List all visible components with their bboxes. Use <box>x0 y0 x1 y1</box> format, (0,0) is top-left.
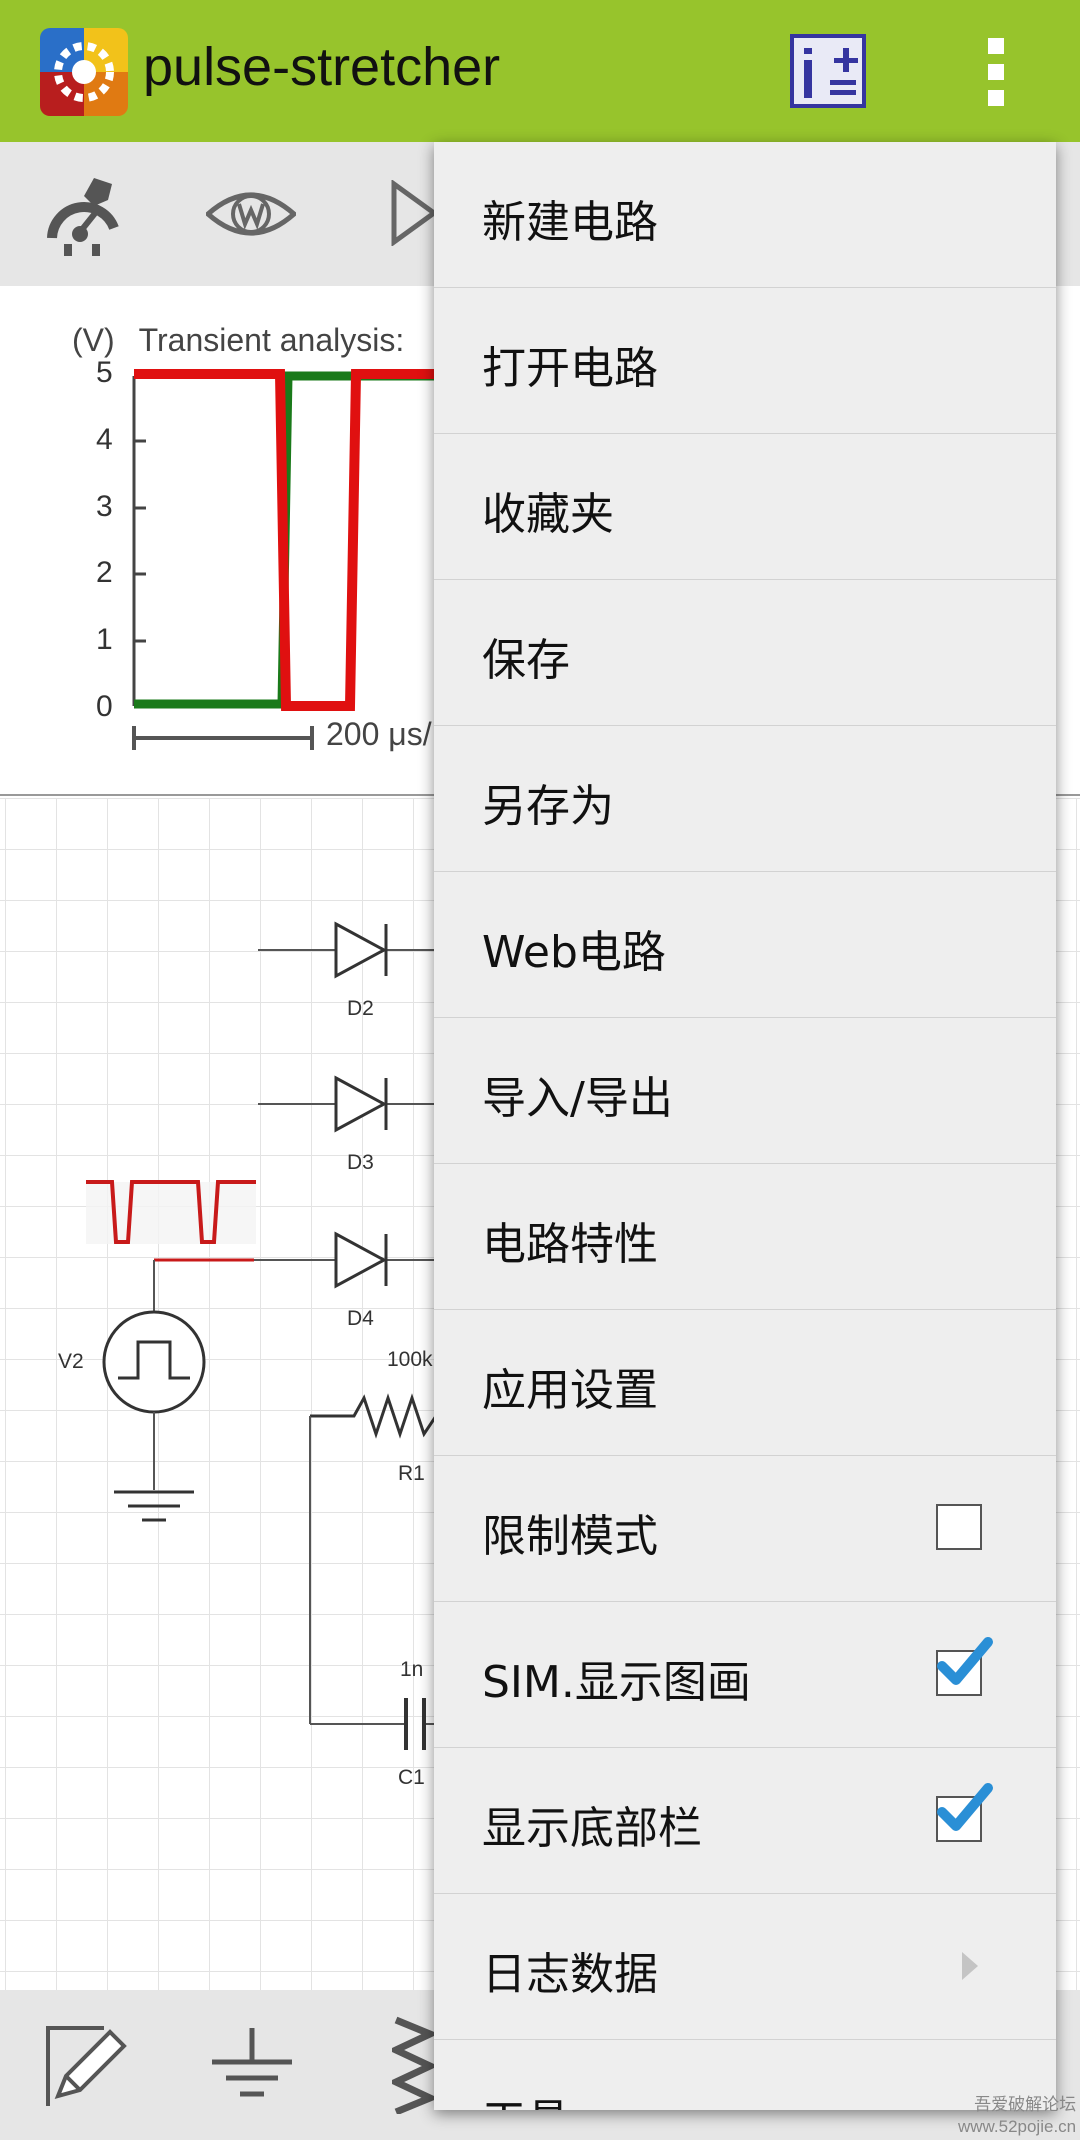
menu-item-label: 工具 <box>482 2084 570 2110</box>
d4-label: D4 <box>347 1307 374 1330</box>
menu-item-label: Web电路 <box>482 927 666 978</box>
menu-item-log-data[interactable]: 日志数据 <box>434 1894 1056 2040</box>
menu-item-restricted-mode[interactable]: 限制模式 <box>434 1456 1056 1602</box>
circuit-drawing <box>86 921 440 1750</box>
c1-label: C1 <box>398 1766 425 1789</box>
menu-item-label: 保存 <box>482 635 570 686</box>
app-logo-icon <box>40 28 128 116</box>
watermark: 吾爱破解论坛 www.52pojie.cn <box>958 2094 1076 2138</box>
watermark-line2: www.52pojie.cn <box>958 2117 1077 2136</box>
menu-item-label: 另存为 <box>482 781 614 832</box>
menu-item-label: 新建电路 <box>482 197 658 248</box>
menu-item-import-export[interactable]: 导入/导出 <box>434 1018 1056 1164</box>
menu-item-new-circuit[interactable]: 新建电路 <box>434 142 1056 288</box>
menu-item-label: 日志数据 <box>482 1949 658 2000</box>
resistor-icon[interactable] <box>387 2014 439 2118</box>
time-scale-label: 200 μs/ <box>326 716 432 752</box>
r1-value-label: 100k <box>387 1348 433 1371</box>
wrench-gauge-icon[interactable] <box>44 168 124 262</box>
d3-label: D3 <box>347 1151 374 1174</box>
menu-item-app-settings[interactable]: 应用设置 <box>434 1310 1056 1456</box>
menu-item-label: SIM.显示图画 <box>482 1657 751 1708</box>
menu-item-label: 显示底部栏 <box>482 1803 702 1854</box>
menu-item-label: 收藏夹 <box>482 489 614 540</box>
restricted-mode-checkbox[interactable] <box>936 1504 982 1550</box>
app-bar: pulse-stretcher <box>0 0 1080 142</box>
checkmark-icon <box>937 1783 993 1831</box>
menu-item-favorites[interactable]: 收藏夹 <box>434 434 1056 580</box>
menu-item-label: 打开电路 <box>482 343 658 394</box>
c1-value-label: 1n <box>400 1658 424 1681</box>
v2-label: V2 <box>58 1350 84 1373</box>
watermark-line1: 吾爱破解论坛 <box>974 2095 1077 2114</box>
menu-item-save-as[interactable]: 另存为 <box>434 726 1056 872</box>
calculator-icon[interactable] <box>790 34 866 108</box>
pencil-icon[interactable] <box>44 2024 130 2114</box>
submenu-arrow-icon <box>962 1952 978 1980</box>
menu-item-label: 电路特性 <box>482 1219 658 1270</box>
menu-item-label: 限制模式 <box>482 1511 658 1562</box>
r1-label: R1 <box>398 1462 425 1485</box>
menu-item-web-circuit[interactable]: Web电路 <box>434 872 1056 1018</box>
play-icon[interactable] <box>390 179 440 250</box>
overflow-menu-icon[interactable] <box>976 34 1016 110</box>
menu-item-open-circuit[interactable]: 打开电路 <box>434 288 1056 434</box>
menu-item-sim-show-drawing[interactable]: SIM.显示图画 <box>434 1602 1056 1748</box>
checkmark-icon <box>937 1637 993 1685</box>
d2-label: D2 <box>347 997 374 1020</box>
menu-item-label: 导入/导出 <box>482 1073 673 1124</box>
app-title: pulse-stretcher <box>143 37 501 97</box>
menu-item-save[interactable]: 保存 <box>434 580 1056 726</box>
menu-item-show-bottom-bar[interactable]: 显示底部栏 <box>434 1748 1056 1894</box>
menu-item-circuit-properties[interactable]: 电路特性 <box>434 1164 1056 1310</box>
ground-icon[interactable] <box>210 2026 294 2110</box>
overflow-menu: 新建电路 打开电路 收藏夹 保存 另存为 Web电路 导入/导出 电路特性 应用… <box>434 142 1056 2110</box>
eye-w-icon[interactable] <box>204 186 298 246</box>
menu-item-label: 应用设置 <box>482 1365 658 1416</box>
